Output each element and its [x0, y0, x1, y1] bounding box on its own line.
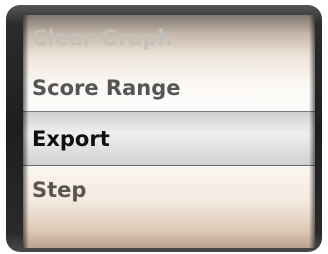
picker-item-label: Step	[32, 178, 87, 202]
picker-item-step[interactable]: Step	[23, 166, 315, 214]
picker-item-score-range[interactable]: Score Range	[23, 65, 315, 111]
picker-wheel-frame: Clear Graph Score Range Export Step	[6, 5, 322, 252]
picker-wheel[interactable]: Clear Graph Score Range Export Step	[23, 15, 315, 248]
picker-item-label: Score Range	[32, 76, 181, 100]
picker-item-label: Export	[32, 126, 110, 151]
picker-item-clear-graph[interactable]: Clear Graph	[23, 15, 315, 60]
picker-item-label: Clear Graph	[32, 25, 173, 50]
picker-item-export[interactable]: Export	[23, 111, 315, 166]
